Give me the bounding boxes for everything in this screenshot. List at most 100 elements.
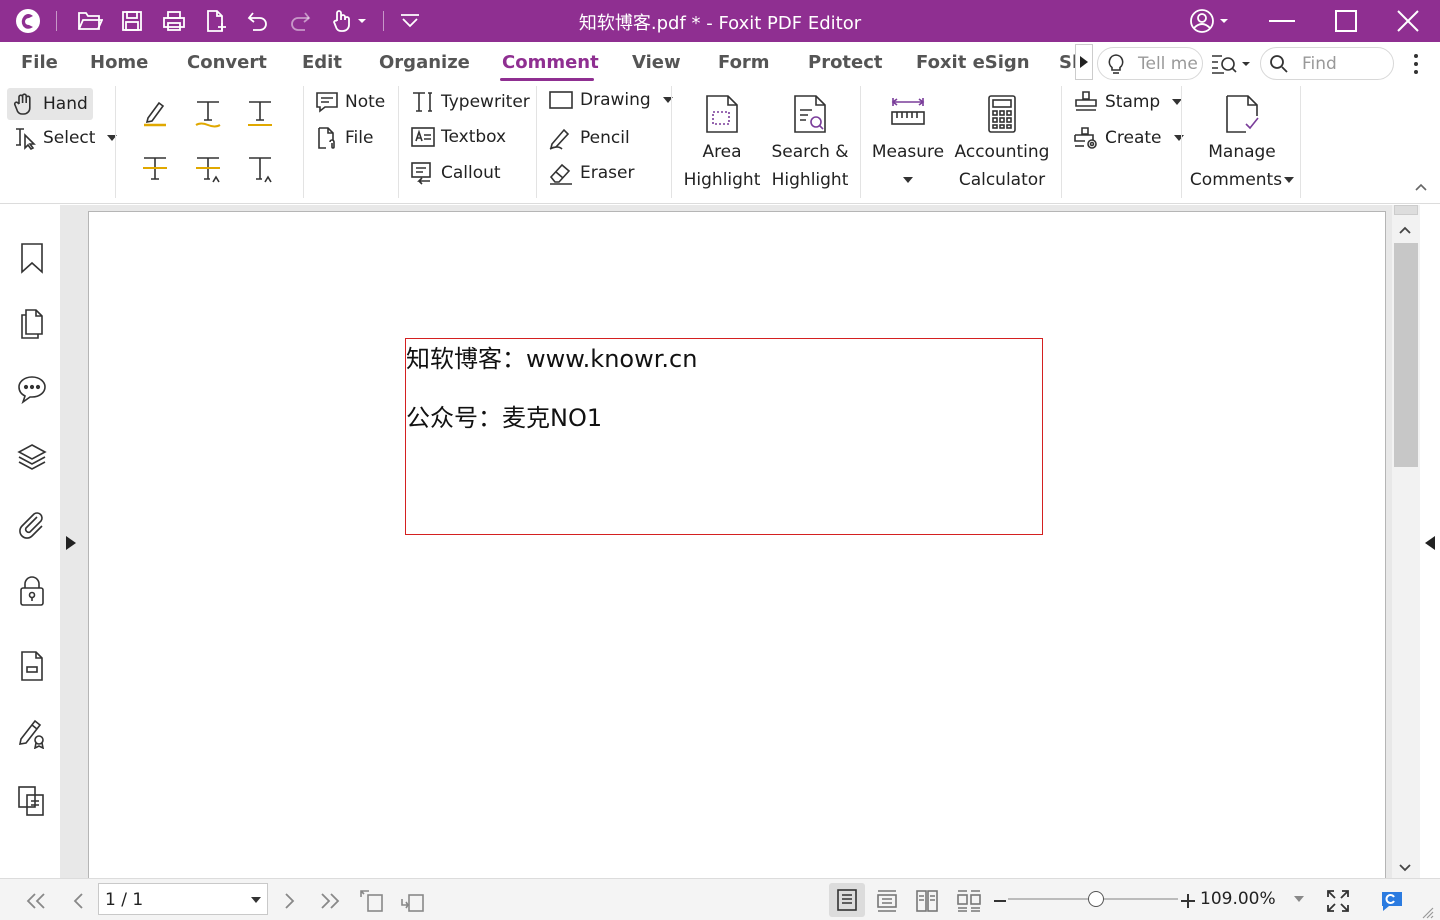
lightbulb-icon [1108,53,1124,74]
textbox-button[interactable]: Textbox [411,126,506,148]
tab-protect[interactable]: Protect [808,52,883,73]
ribbon-toolbar: Hand Select Note File Typewriter Textbox… [0,86,1440,204]
foxit-assistant-icon[interactable] [1378,887,1406,915]
resize-grip-icon[interactable] [1420,905,1434,919]
next-view-icon[interactable] [399,887,427,915]
document-viewer[interactable]: 知软博客：www.knowr.cn 公众号：麦克NO1 [80,205,1392,878]
ruler-icon [891,98,925,125]
continuous-view-icon[interactable] [873,887,901,915]
manage-comments-button[interactable]: Manage Comments [1188,94,1296,194]
create-pdf-icon[interactable] [200,5,232,37]
next-page-icon[interactable] [276,887,304,915]
callout-button[interactable]: Callout [411,161,501,185]
compare-icon[interactable] [14,783,50,819]
zoom-slider-thumb[interactable] [1088,891,1104,907]
stamp-button[interactable]: Stamp [1073,90,1183,114]
manage-comments-icon [1226,95,1259,133]
account-icon[interactable] [1180,0,1240,42]
create-stamp-button[interactable]: Create [1073,126,1184,150]
collapse-ribbon-icon[interactable] [1414,182,1428,192]
select-tool-button[interactable]: Select [13,126,118,150]
drawing-button[interactable]: Drawing [548,90,673,110]
hand-tool-dropdown-icon[interactable] [330,5,370,37]
scroll-down-icon[interactable] [1398,863,1412,873]
full-screen-icon[interactable] [1324,887,1352,915]
measure-button[interactable]: Measure [870,94,946,194]
expand-left-panel-icon[interactable] [66,536,76,550]
tab-file[interactable]: File [21,52,58,73]
menu-bar: File Home Convert Edit Organize Comment … [0,42,1440,86]
redo-icon[interactable] [284,5,316,37]
close-icon[interactable] [1378,0,1438,42]
bookmark-icon[interactable] [14,240,50,276]
callout-icon [411,162,431,185]
more-options-icon[interactable] [1408,52,1424,78]
pencil-button[interactable]: Pencil [548,126,630,150]
signature-icon[interactable] [14,715,50,751]
tab-foxit-esign[interactable]: Foxit eSign [916,52,1030,73]
undo-icon[interactable] [242,5,274,37]
file-attachment-button[interactable]: File [315,126,373,150]
facing-view-icon[interactable] [913,887,941,915]
single-page-view-icon[interactable] [829,883,865,917]
previous-view-icon[interactable] [358,887,386,915]
tell-me-box[interactable]: Tell me [1097,47,1203,80]
area-highlight-button[interactable]: Area Highlight [681,94,763,194]
strikeout-icon[interactable] [141,154,169,184]
last-page-icon[interactable] [316,887,344,915]
insert-text-icon[interactable] [246,154,274,184]
highlight-icon[interactable] [142,98,168,128]
tabs-scroll-right-button[interactable] [1075,44,1093,80]
pages-icon[interactable] [14,306,50,342]
tab-home[interactable]: Home [90,52,148,73]
page-number-field[interactable]: 1 / 1 [98,883,268,915]
underline-icon[interactable] [246,98,274,128]
textbox-annotation[interactable]: 知软博客：www.knowr.cn 公众号：麦克NO1 [405,338,1043,535]
comments-icon[interactable] [14,371,50,407]
note-button[interactable]: Note [315,90,385,114]
tab-organize[interactable]: Organize [379,52,470,73]
typewriter-button[interactable]: Typewriter [411,90,530,114]
first-page-icon[interactable] [22,887,50,915]
security-icon[interactable] [14,573,50,609]
eraser-button[interactable]: Eraser [548,161,634,185]
replace-text-icon[interactable] [194,154,222,184]
print-icon[interactable] [158,5,190,37]
customize-icon[interactable] [394,5,426,37]
pdf-page[interactable]: 知软博客：www.knowr.cn 公众号：麦克NO1 [88,211,1386,878]
search-options-icon[interactable] [1210,52,1254,78]
pencil-label: Pencil [580,128,630,148]
continuous-facing-view-icon[interactable] [955,887,983,915]
save-icon[interactable] [116,5,148,37]
zoom-dropdown-icon[interactable] [1294,896,1304,902]
tab-form[interactable]: Form [718,52,770,73]
search-highlight-button[interactable]: Search & Highlight [767,94,853,194]
tab-comment[interactable]: Comment [502,52,599,73]
vertical-scrollbar[interactable] [1392,205,1420,878]
open-icon[interactable] [74,5,106,37]
scrollbar-thumb[interactable] [1394,243,1418,467]
minimize-icon[interactable] [1252,0,1312,42]
tab-view[interactable]: View [632,52,681,73]
pencil-icon [549,128,570,150]
tab-edit[interactable]: Edit [302,52,342,73]
zoom-out-icon[interactable] [986,887,1014,915]
expand-right-panel-icon[interactable] [1425,536,1435,550]
layers-icon[interactable] [14,439,50,475]
tab-convert[interactable]: Convert [187,52,267,73]
maximize-icon[interactable] [1316,0,1376,42]
hand-tool-button[interactable]: Hand [7,88,93,120]
page-dropdown-icon[interactable] [251,897,261,903]
scroll-up-icon[interactable] [1398,225,1412,235]
find-box[interactable]: Find [1260,47,1394,80]
page-panel-icon[interactable] [14,648,50,684]
accounting-calculator-button[interactable]: Accounting Calculator [953,94,1051,194]
eraser-label: Eraser [580,163,635,183]
foxit-logo-icon[interactable] [12,5,44,37]
previous-page-icon[interactable] [64,887,92,915]
attachment-icon[interactable] [14,507,50,543]
zoom-level-field[interactable]: 109.00% [1196,883,1314,915]
manage-label-2: Comments [1189,170,1283,190]
document-line-1: 知软博客：www.knowr.cn [406,345,698,373]
underline-text-icon[interactable] [194,98,222,128]
